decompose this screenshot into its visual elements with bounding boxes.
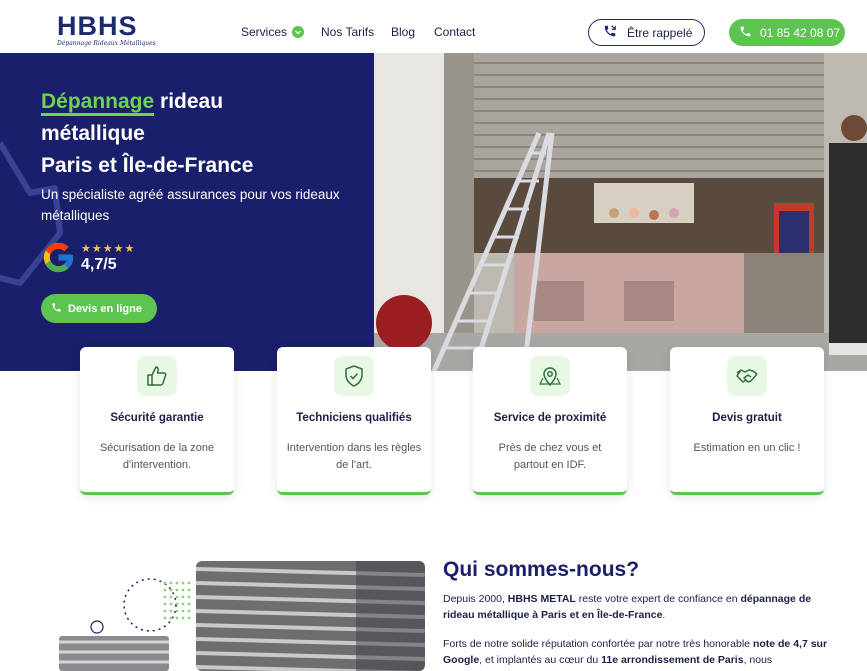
feature-card-technicians: Techniciens qualifiés Intervention dans … xyxy=(277,347,431,495)
phone-button[interactable]: 01 85 42 08 07 xyxy=(729,19,845,46)
about-paragraph-2: Forts de notre solide réputation confort… xyxy=(443,636,838,668)
feature-card-security: Sécurité garantie Sécurisation de la zon… xyxy=(80,347,234,495)
company-name: HBHS METAL xyxy=(507,593,576,605)
about-photo-secondary xyxy=(59,636,169,671)
logo-text: HBHS xyxy=(57,11,138,41)
nav-item-tarifs[interactable]: Nos Tarifs xyxy=(321,25,374,39)
handshake-icon xyxy=(727,356,767,396)
hero-title: Dépannage rideau métallique Paris et Île… xyxy=(41,86,253,182)
phone-callback-icon xyxy=(603,24,617,41)
hero-photo xyxy=(374,53,867,371)
feature-card-proximity: Service de proximité Près de chez vous e… xyxy=(473,347,627,495)
text-fragment: Forts de notre solide réputation confort… xyxy=(443,638,753,650)
phone-icon xyxy=(739,25,752,41)
about-photo xyxy=(196,561,425,671)
hero-subtitle: Un spécialiste agréé assurances pour vos… xyxy=(41,187,340,223)
feature-title: Sécurité garantie xyxy=(110,412,204,424)
hero-title-line2: métallique xyxy=(41,122,145,145)
nav-item-blog[interactable]: Blog xyxy=(391,25,415,39)
rating-value: 4,7/5 xyxy=(81,256,117,273)
feature-text: Sécurisation de la zone d'intervention. xyxy=(99,442,215,471)
feature-text: Estimation en un clic ! xyxy=(693,442,801,454)
about-title: Qui sommes-nous? xyxy=(443,558,640,581)
feature-title: Service de proximité xyxy=(493,412,607,424)
feature-title: Techniciens qualifiés xyxy=(296,412,412,424)
chevron-down-icon xyxy=(292,26,305,38)
google-icon xyxy=(41,240,76,275)
location-highlight: 11e arrondissement de Paris xyxy=(601,654,744,666)
logo[interactable]: HBHS Dépannage Rideaux Métalliques xyxy=(57,11,156,49)
nav-item-contact[interactable]: Contact xyxy=(434,25,475,39)
quote-button-label: Devis en ligne xyxy=(68,302,142,315)
quote-button[interactable]: Devis en ligne xyxy=(41,294,157,323)
feature-text: Près de chez vous et partout en IDF. xyxy=(498,442,602,471)
hero-title-accent: Dépannage xyxy=(41,90,155,116)
decorative-dots xyxy=(123,578,191,632)
phone-icon xyxy=(51,302,62,316)
text-fragment: . xyxy=(662,609,666,621)
hero-title-line3: Paris et Île-de-France xyxy=(41,154,254,177)
decorative-circle xyxy=(90,620,104,634)
about-paragraph-1: Depuis 2000, HBHS METAL reste votre expe… xyxy=(443,591,838,623)
thumbs-up-icon xyxy=(137,356,177,396)
phone-number: 01 85 42 08 07 xyxy=(760,25,841,40)
logo-tagline: Dépannage Rideaux Métalliques xyxy=(57,40,156,47)
feature-title: Devis gratuit xyxy=(712,412,782,424)
rating-stars: ★★★★★ xyxy=(81,243,136,255)
site-header: HBHS Dépannage Rideaux Métalliques Servi… xyxy=(0,0,867,53)
callback-label: Être rappelé xyxy=(627,25,693,40)
text-fragment: , et implantés au cœur du xyxy=(479,654,602,666)
text-fragment: Depuis 2000, xyxy=(443,593,508,605)
hero-title-part: rideau xyxy=(154,90,224,113)
nav-item-label: Services xyxy=(241,25,288,39)
feature-card-quote: Devis gratuit Estimation en un clic ! xyxy=(670,347,824,495)
shield-check-icon xyxy=(334,356,374,396)
map-pin-icon xyxy=(530,356,570,396)
text-fragment: , nous xyxy=(743,654,773,666)
nav-item-services[interactable]: Services xyxy=(241,25,305,39)
callback-button[interactable]: Être rappelé xyxy=(588,19,705,46)
feature-text: Intervention dans les règles de l'art. xyxy=(286,442,422,471)
text-fragment: reste votre expert de confiance en xyxy=(575,593,741,605)
